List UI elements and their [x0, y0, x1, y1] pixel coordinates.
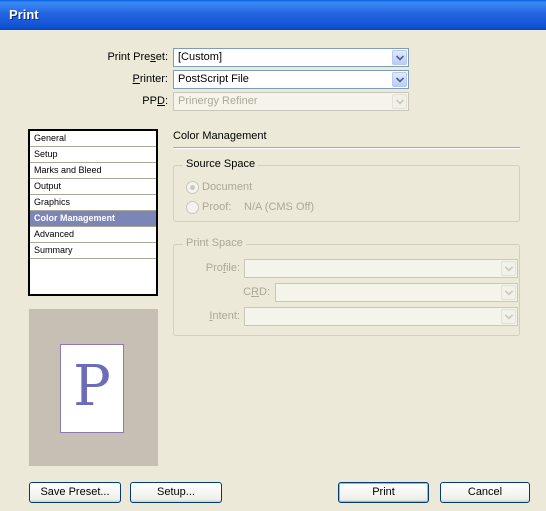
category-item-summary[interactable]: Summary	[30, 243, 156, 259]
page-thumbnail: P	[60, 344, 124, 433]
printer-select[interactable]: PostScript File	[173, 70, 409, 89]
print-preset-value: [Custom]	[178, 51, 223, 63]
chevron-down-icon	[501, 261, 516, 276]
cancel-button[interactable]: Cancel	[440, 482, 530, 503]
crd-select[interactable]	[275, 283, 518, 302]
category-item-setup[interactable]: Setup	[30, 147, 156, 163]
printer-label: Printer:	[132, 73, 168, 85]
panel-divider	[173, 147, 520, 149]
category-list[interactable]: General Setup Marks and Bleed Output Gra…	[28, 129, 158, 296]
print-space-legend: Print Space	[183, 237, 246, 249]
ppd-value: Prinergy Refiner	[178, 95, 258, 107]
ppd-label: PPD:	[142, 95, 168, 107]
print-preset-select[interactable]: [Custom]	[173, 48, 409, 67]
print-preset-label: Print Preset:	[107, 51, 168, 63]
category-item-output[interactable]: Output	[30, 179, 156, 195]
source-space-legend: Source Space	[183, 158, 259, 170]
chevron-down-icon	[392, 94, 407, 109]
chevron-down-icon[interactable]	[392, 72, 407, 87]
document-radio-label: Document	[202, 181, 253, 193]
category-item-advanced[interactable]: Advanced	[30, 227, 156, 243]
window-title: Print	[9, 7, 39, 22]
print-button[interactable]: Print	[338, 482, 429, 503]
proof-radio[interactable]	[186, 201, 199, 214]
profile-label: Profile:	[205, 262, 240, 274]
proof-value: N/A (CMS Off)	[244, 201, 315, 213]
chevron-down-icon	[501, 309, 516, 324]
page-preview: P	[29, 309, 158, 466]
setup-button[interactable]: Setup...	[130, 482, 222, 503]
document-radio[interactable]	[186, 181, 199, 194]
profile-select[interactable]	[244, 259, 518, 278]
printer-value: PostScript File	[178, 73, 249, 85]
category-item-marks-and-bleed[interactable]: Marks and Bleed	[30, 163, 156, 179]
crd-label: CRD:	[243, 286, 270, 298]
title-bar[interactable]: Print	[0, 0, 546, 30]
preview-glyph: P	[73, 354, 111, 419]
category-item-graphics[interactable]: Graphics	[30, 195, 156, 211]
proof-radio-label: Proof:	[202, 201, 232, 213]
panel-title: Color Management	[173, 130, 267, 142]
chevron-down-icon	[501, 285, 516, 300]
save-preset-button[interactable]: Save Preset...	[29, 482, 121, 503]
source-space-group	[173, 165, 520, 222]
category-item-color-management[interactable]: Color Management	[30, 211, 156, 227]
category-item-general[interactable]: General	[30, 131, 156, 147]
print-dialog: Print Print Preset: [Custom] Printer: Po…	[0, 0, 546, 511]
intent-select[interactable]	[244, 307, 518, 326]
chevron-down-icon[interactable]	[392, 50, 407, 65]
intent-label: Intent:	[209, 310, 240, 322]
ppd-select[interactable]: Prinergy Refiner	[173, 92, 409, 111]
